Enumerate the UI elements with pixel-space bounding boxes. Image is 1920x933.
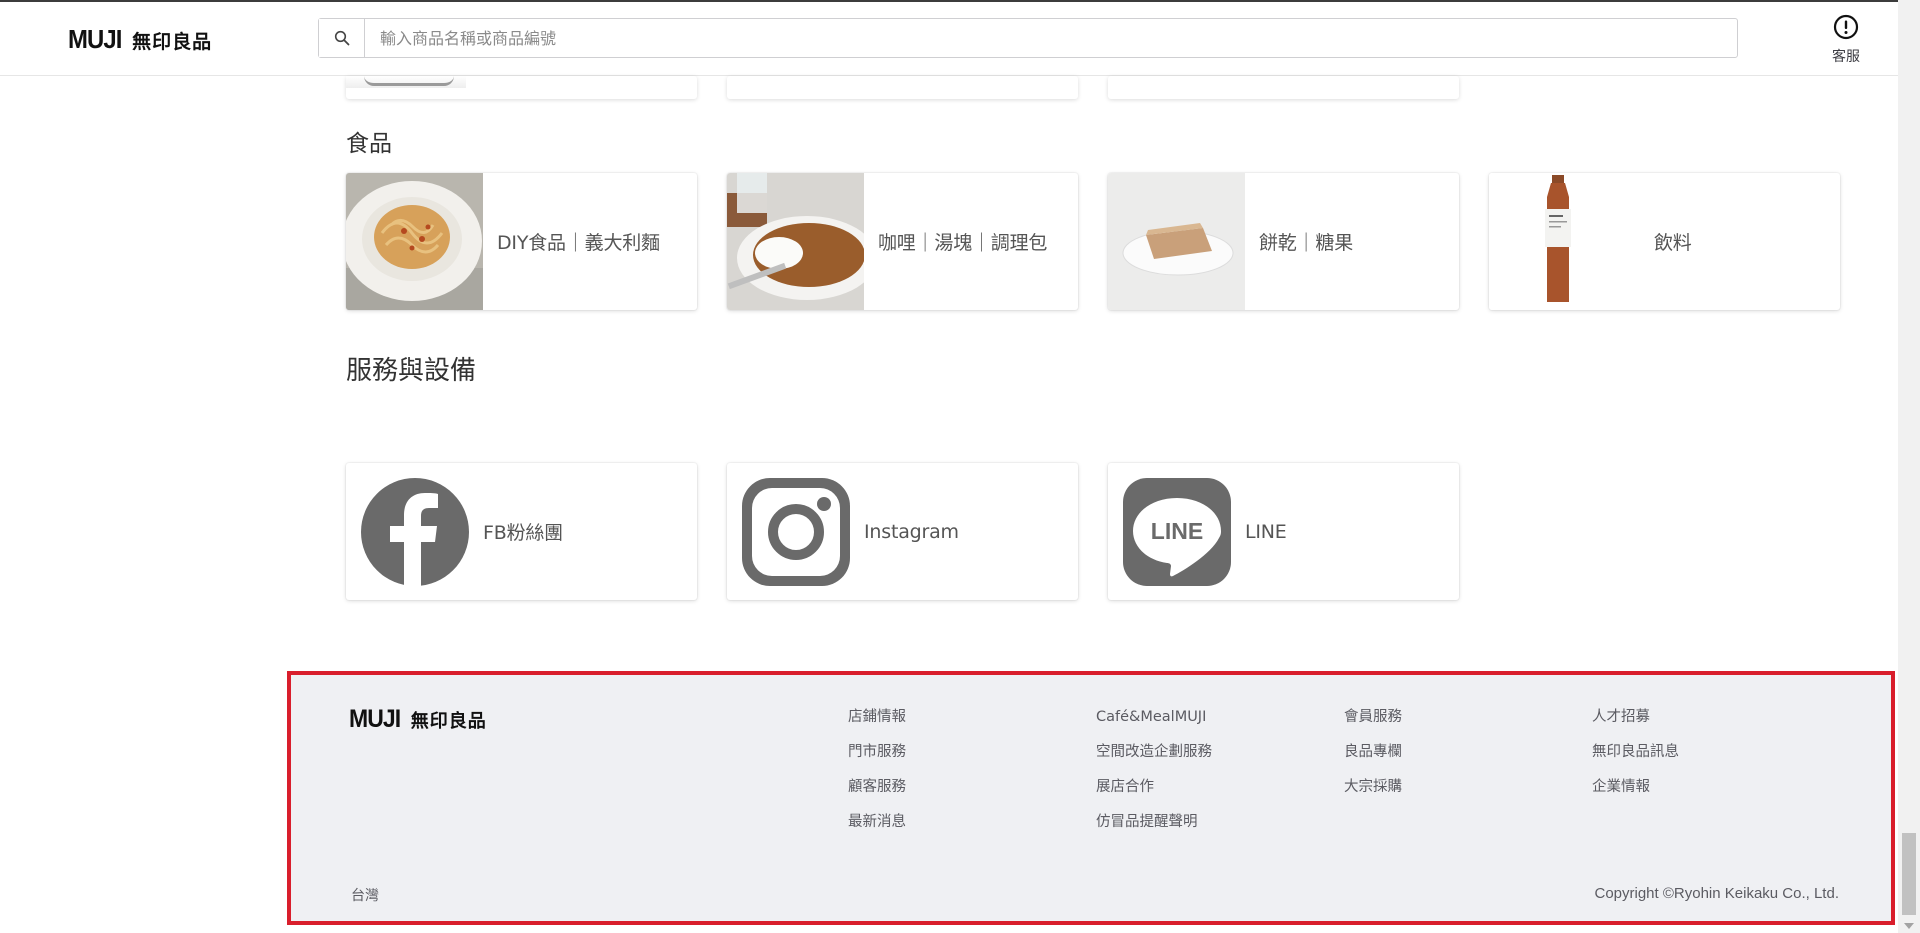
copyright-text: Copyright ©Ryohin Keikaku Co., Ltd. [1594,885,1839,902]
footer-link-news[interactable]: 最新消息 [848,812,906,847]
search-input[interactable] [365,20,1737,56]
footer-column-3: 會員服務 良品專欄 大宗採購 [1344,707,1402,812]
partial-card[interactable] [1108,76,1459,99]
line-icon: LINE [1123,477,1231,586]
customer-service-button[interactable]: 客服 [1828,14,1864,66]
customer-service-label: 客服 [1832,49,1860,65]
service-label: Instagram [864,520,959,543]
scrollbar-thumb[interactable] [1902,833,1916,915]
page-scrollbar[interactable] [1898,0,1920,933]
category-label: 咖哩｜湯塊｜調理包 [878,232,1048,254]
region-selector[interactable]: 台灣 [351,885,379,905]
footer-link-muji-info[interactable]: 無印良品訊息 [1592,742,1679,777]
footer-link-careers[interactable]: 人才招募 [1592,707,1679,742]
service-card-instagram[interactable]: Instagram [727,463,1078,600]
food-section-title: 食品 [346,131,392,157]
category-card-pasta[interactable]: DIY食品｜義大利麵 [346,173,697,310]
instagram-icon [742,477,850,586]
partial-card[interactable] [727,76,1078,99]
partial-card[interactable] [346,76,697,99]
footer-link-space-planning[interactable]: 空間改造企劃服務 [1096,742,1212,777]
footer-muji-logo[interactable]: MUJI 無印良品 [349,705,487,734]
footer-link-column[interactable]: 良品專欄 [1344,742,1402,777]
service-label: LINE [1245,520,1287,543]
pasta-image [346,173,483,310]
services-section-title: 服務與設備 [346,356,477,386]
category-card-drinks[interactable]: 飲料 [1489,173,1840,310]
footer-link-cafe-meal[interactable]: Café&MealMUJI [1096,707,1212,742]
footer-link-store-info[interactable]: 店鋪情報 [848,707,906,742]
footer-link-corporate-info[interactable]: 企業情報 [1592,777,1679,812]
category-label: 飲料 [1654,232,1692,254]
facebook-icon [361,477,469,586]
alert-circle-icon [1833,14,1859,40]
service-label: FB粉絲團 [483,522,563,544]
footer-column-2: Café&MealMUJI 空間改造企劃服務 展店合作 仿冒品提醒聲明 [1096,707,1212,847]
muji-logo[interactable]: MUJI 無印良品 [68,24,212,55]
partial-card-dish [364,76,454,86]
footer-link-store-partnership[interactable]: 展店合作 [1096,777,1212,812]
footer-link-membership[interactable]: 會員服務 [1344,707,1402,742]
curry-image [727,173,864,310]
service-card-line[interactable]: LINE LINE [1108,463,1459,600]
footer-link-store-service[interactable]: 門市服務 [848,742,906,777]
footer-column-1: 店鋪情報 門市服務 顧客服務 最新消息 [848,707,906,847]
category-label: 餅乾｜糖果 [1259,232,1354,254]
tea-bottle-image [1489,173,1626,310]
logo-jp-text: 無印良品 [132,31,213,53]
footer-link-customer-service[interactable]: 顧客服務 [848,777,906,812]
search-button[interactable] [319,19,365,57]
footer-link-counterfeit-notice[interactable]: 仿冒品提醒聲明 [1096,812,1212,847]
category-card-snacks[interactable]: 餅乾｜糖果 [1108,173,1459,310]
footer-link-bulk-purchase[interactable]: 大宗採購 [1344,777,1402,812]
site-header: MUJI 無印良品 客服 [0,2,1898,76]
scroll-down-arrow-icon[interactable] [1904,923,1914,929]
category-card-curry[interactable]: 咖哩｜湯塊｜調理包 [727,173,1078,310]
category-label: DIY食品｜義大利麵 [497,232,660,254]
cake-image [1108,173,1245,310]
logo-en-text: MUJI [68,24,122,54]
svg-text:LINE: LINE [1151,518,1203,544]
search-bar [318,18,1738,58]
search-icon [334,30,349,46]
footer-column-4: 人才招募 無印良品訊息 企業情報 [1592,707,1679,812]
footer-logo-jp-text: 無印良品 [410,711,487,732]
site-footer: MUJI 無印良品 店鋪情報 門市服務 顧客服務 最新消息 Café&MealM… [287,671,1895,925]
footer-logo-en-text: MUJI [349,705,401,733]
service-card-facebook[interactable]: FB粉絲團 [346,463,697,600]
